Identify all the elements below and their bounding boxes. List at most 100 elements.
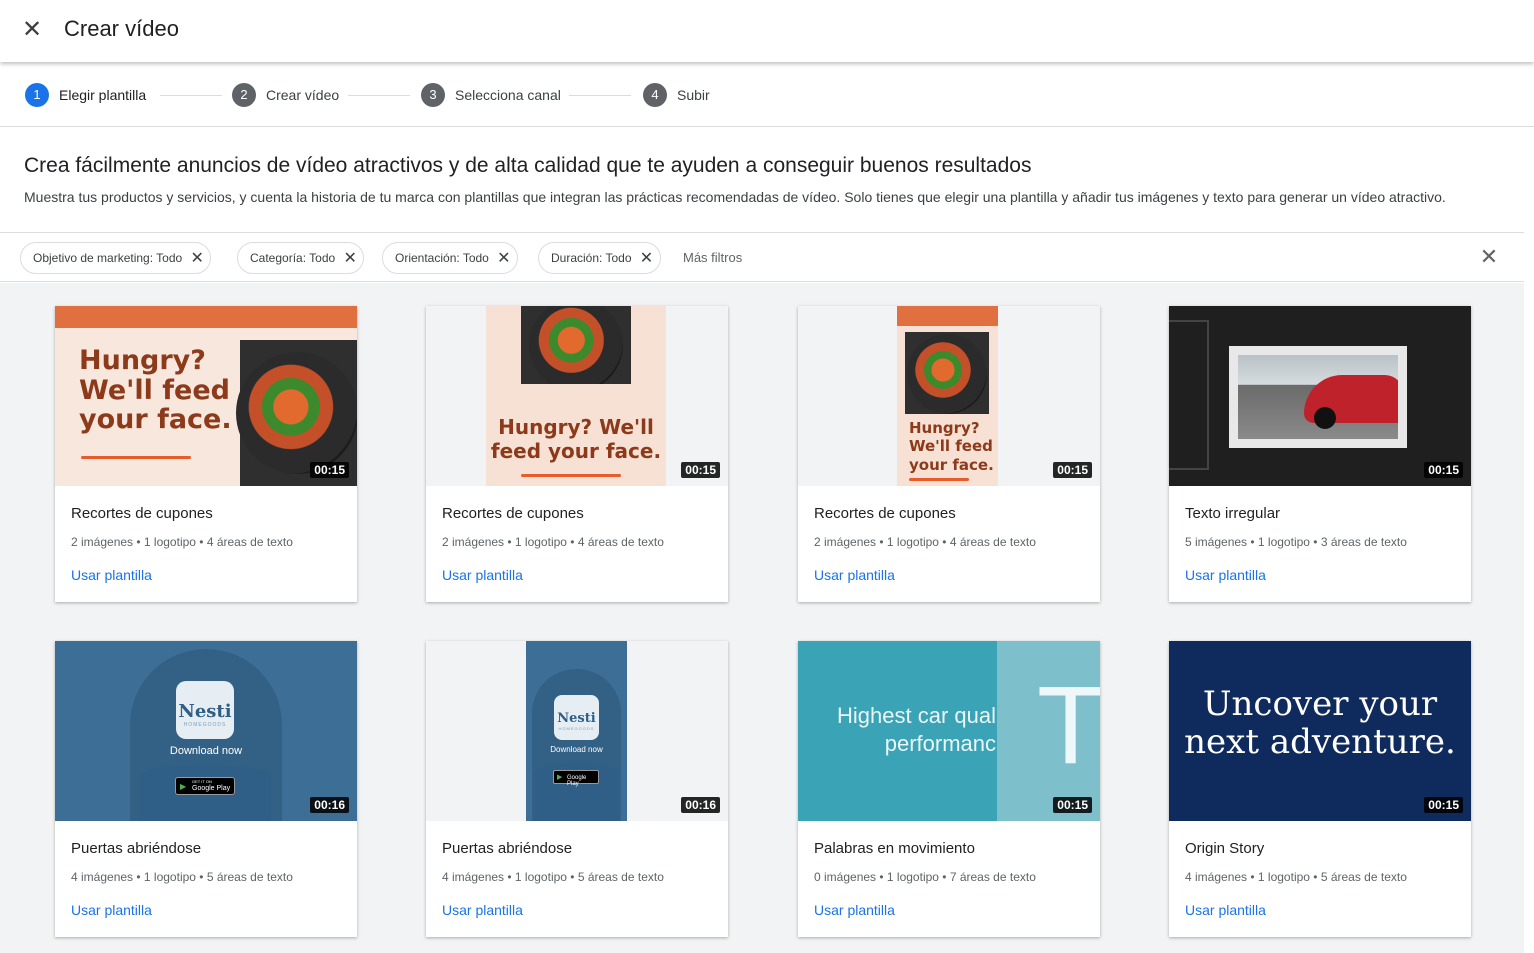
food-bowl <box>236 352 357 474</box>
template-thumbnail[interactable]: Hungry? We'll feed your face. 00:15 <box>55 306 357 486</box>
template-title: Puertas abriéndose <box>71 840 202 857</box>
filter-chip-categoria[interactable]: Categoría: Todo ✕ <box>237 242 365 274</box>
use-template-link[interactable]: Usar plantilla <box>442 902 523 918</box>
template-title: Recortes de cupones <box>442 505 584 522</box>
badge-small-text: GET IT ON <box>192 779 212 784</box>
chip-label: Orientación: Todo <box>395 251 489 265</box>
filter-chip-duracion[interactable]: Duración: Todo ✕ <box>538 242 661 274</box>
duration-badge: 00:15 <box>310 462 349 478</box>
template-meta: 2 imágenes • 1 logotipo • 4 áreas de tex… <box>71 535 293 549</box>
template-thumbnail[interactable]: Nesti HOMEGOODS Download now ▶ GET IT ON… <box>55 641 357 821</box>
animated-text-line: performanc <box>884 731 996 756</box>
template-title: Palabras en movimiento <box>814 840 975 857</box>
template-card[interactable]: Hungry? We'll feed your face. 00:15 Reco… <box>55 306 357 602</box>
template-card[interactable]: Nesti HOMEGOODS Download now ▶ Google Pl… <box>426 641 728 937</box>
template-card[interactable]: Hungry? We'll feed your face. 00:15 Reco… <box>426 306 728 602</box>
thumbnail-frame: Hungry? We'll feed your face. <box>486 306 666 486</box>
template-meta: 2 imágenes • 1 logotipo • 4 áreas de tex… <box>442 535 664 549</box>
duration-badge: 00:16 <box>310 797 349 813</box>
thumbnail-text: Hungry? We'll feed your face. <box>79 345 232 436</box>
thumbnail-underline <box>909 478 969 481</box>
nesti-logo: Nesti HOMEGOODS <box>176 681 234 739</box>
filter-chip-marketing[interactable]: Objetivo de marketing: Todo ✕ <box>20 242 212 274</box>
thumbnail-text: your face. <box>909 456 994 474</box>
template-title: Texto irregular <box>1185 505 1281 522</box>
thumbnail-text: Hungry? We'll <box>498 415 654 439</box>
intro-heading: Crea fácilmente anuncios de vídeo atract… <box>24 154 1032 177</box>
nesti-logo: Nesti HOMEGOODS <box>554 695 599 740</box>
logo-subtext: HOMEGOODS <box>183 722 227 728</box>
download-text: Download now <box>550 745 603 754</box>
use-template-link[interactable]: Usar plantilla <box>814 567 895 583</box>
duration-badge: 00:15 <box>1424 462 1463 478</box>
step-label: Selecciona canal <box>455 87 561 103</box>
template-meta: 0 imágenes • 1 logotipo • 7 áreas de tex… <box>814 870 1036 884</box>
template-thumbnail[interactable]: Hungry? We'll feed your face. 00:15 <box>798 306 1100 486</box>
car-wheel <box>1314 407 1336 429</box>
logo-text: Nesti <box>178 701 232 722</box>
chip-label: Categoría: Todo <box>250 251 336 265</box>
intro-body: Muestra tus productos y servicios, y cue… <box>24 189 1446 205</box>
template-card[interactable]: Uncover your next adventure. 00:15 Origi… <box>1169 641 1471 937</box>
use-template-link[interactable]: Usar plantilla <box>814 902 895 918</box>
headline-text: Uncover your <box>1202 684 1438 724</box>
thumbnail-underline <box>521 474 621 477</box>
chip-label: Duración: Todo <box>551 251 632 265</box>
use-template-link[interactable]: Usar plantilla <box>442 567 523 583</box>
template-thumbnail[interactable]: Uncover your next adventure. 00:15 <box>1169 641 1471 821</box>
thumbnail-underline <box>81 456 191 459</box>
step-label: Crear vídeo <box>266 87 340 103</box>
template-meta: 2 imágenes • 1 logotipo • 4 áreas de tex… <box>814 535 1036 549</box>
step-number: 3 <box>421 83 445 107</box>
step-elegir-plantilla[interactable]: 1 Elegir plantilla <box>25 83 146 107</box>
step-selecciona-canal[interactable]: 3 Selecciona canal <box>421 83 561 107</box>
remove-filter-icon[interactable]: ✕ <box>190 248 204 268</box>
template-title: Recortes de cupones <box>71 505 213 522</box>
filter-chip-orientacion[interactable]: Orientación: Todo ✕ <box>382 242 518 274</box>
scrollbar-track[interactable] <box>1524 283 1534 953</box>
template-thumbnail[interactable]: 00:15 <box>1169 306 1471 486</box>
template-thumbnail[interactable]: Hungry? We'll feed your face. 00:15 <box>426 306 728 486</box>
template-meta: 5 imágenes • 1 logotipo • 3 áreas de tex… <box>1185 535 1407 549</box>
template-thumbnail[interactable]: Highest car qual performanc T 00:15 <box>798 641 1100 821</box>
template-card[interactable]: 00:15 Texto irregular 5 imágenes • 1 log… <box>1169 306 1471 602</box>
food-bowl <box>907 334 987 414</box>
template-title: Origin Story <box>1185 840 1265 857</box>
step-crear-video[interactable]: 2 Crear vídeo <box>232 83 339 107</box>
photo-frame <box>1229 346 1407 448</box>
use-template-link[interactable]: Usar plantilla <box>71 902 152 918</box>
template-card[interactable]: Highest car qual performanc T 00:15 Pala… <box>798 641 1100 937</box>
step-connector <box>348 95 410 96</box>
remove-filter-icon[interactable]: ✕ <box>497 248 511 268</box>
clear-filters-icon[interactable]: ✕ <box>1477 245 1501 269</box>
thumbnail-frame: Hungry? We'll feed your face. <box>897 306 998 486</box>
duration-badge: 00:16 <box>681 797 720 813</box>
template-card[interactable]: Nesti HOMEGOODS Download now ▶ GET IT ON… <box>55 641 357 937</box>
use-template-link[interactable]: Usar plantilla <box>71 567 152 583</box>
remove-filter-icon[interactable]: ✕ <box>343 248 357 268</box>
thumbnail-banner <box>55 306 357 328</box>
template-meta: 4 imágenes • 1 logotipo • 5 áreas de tex… <box>442 870 664 884</box>
use-template-link[interactable]: Usar plantilla <box>1185 902 1266 918</box>
food-photo <box>905 332 989 414</box>
step-label: Subir <box>677 87 710 103</box>
more-filters-button[interactable]: Más filtros <box>683 250 742 265</box>
badge-text: Google Play <box>567 775 587 787</box>
use-template-link[interactable]: Usar plantilla <box>1185 567 1266 583</box>
intro-section: Crea fácilmente anuncios de vídeo atract… <box>24 152 1514 206</box>
thumbnail-text: We'll feed <box>909 437 993 455</box>
step-subir[interactable]: 4 Subir <box>643 83 710 107</box>
outline-letter <box>1169 320 1209 470</box>
duration-badge: 00:15 <box>681 462 720 478</box>
page-title: Crear vídeo <box>64 16 179 41</box>
template-meta: 4 imágenes • 1 logotipo • 5 áreas de tex… <box>1185 870 1407 884</box>
remove-filter-icon[interactable]: ✕ <box>640 248 654 268</box>
play-icon: ▶ <box>180 782 187 791</box>
animated-text-line: Highest car qual <box>837 703 996 728</box>
step-label: Elegir plantilla <box>59 87 147 103</box>
thumbnail-banner <box>897 306 998 326</box>
template-card[interactable]: Hungry? We'll feed your face. 00:15 Reco… <box>798 306 1100 602</box>
template-thumbnail[interactable]: Nesti HOMEGOODS Download now ▶ Google Pl… <box>426 641 728 821</box>
close-icon[interactable]: ✕ <box>20 18 44 42</box>
car-photo <box>1238 355 1398 439</box>
